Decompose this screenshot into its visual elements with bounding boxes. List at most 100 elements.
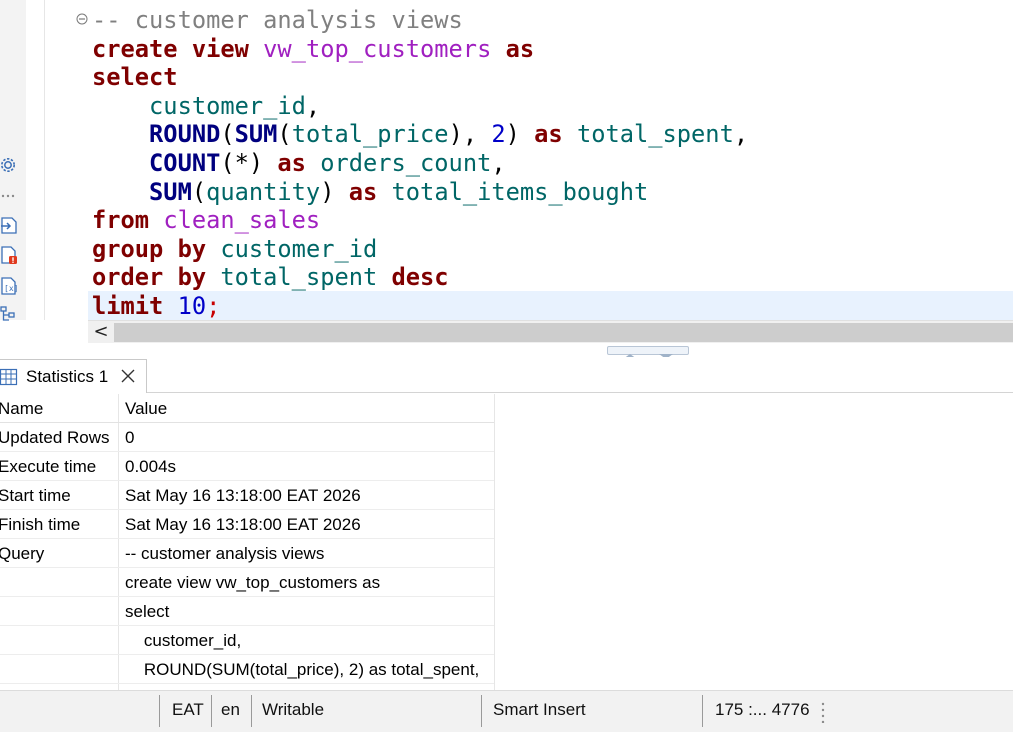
panel-splitter[interactable] [0, 345, 1013, 359]
code-token-kw: desc [391, 263, 449, 292]
table-row[interactable]: Execute time 0.004s [0, 452, 494, 481]
sql-editor[interactable]: [x] -- customer analysis views create vie… [0, 0, 1013, 345]
code-token-kw: create [92, 34, 178, 63]
gutter-separator [44, 0, 45, 320]
code-line[interactable]: create view vw_top_customers as [92, 35, 748, 64]
table-row[interactable]: create view vw_top_customers as [0, 568, 494, 597]
cell-value[interactable]: ROUND(SUM(total_price), 2) as total_spen… [125, 660, 479, 680]
scrollbar-thumb[interactable] [114, 323, 1013, 342]
column-end-separator [494, 394, 495, 690]
code-line[interactable]: customer_id, [92, 92, 748, 121]
code-line[interactable]: SUM(quantity) as total_items_bought [92, 178, 748, 207]
code-token-pl: ) [320, 177, 349, 206]
code-token-kw: as [277, 148, 306, 177]
scroll-left-icon[interactable]: < [88, 321, 114, 344]
cell-value[interactable]: Sat May 16 13:18:00 EAT 2026 [125, 486, 361, 506]
code-token-kw: from [92, 206, 150, 235]
status-separator [481, 695, 482, 727]
code-token-pl: ( [277, 120, 292, 149]
execute-script-icon[interactable] [0, 215, 20, 235]
script-error-icon[interactable] [0, 245, 20, 265]
code-token-kw: by [177, 234, 207, 263]
cell-value[interactable]: customer_id, [125, 631, 241, 651]
column-header-name[interactable]: Name [0, 399, 116, 419]
cell-value[interactable]: -- customer analysis views [125, 544, 324, 564]
cell-name[interactable]: Execute time [0, 457, 116, 477]
tab-statistics-1[interactable]: Statistics 1 [0, 359, 147, 393]
code-token-pl: ( [191, 177, 207, 206]
code-token-fn: SUM [149, 177, 192, 206]
code-line[interactable]: from clean_sales [92, 206, 748, 235]
grid-icon [0, 368, 18, 386]
table-row[interactable]: Finish time Sat May 16 13:18:00 EAT 2026 [0, 510, 494, 539]
code-line[interactable]: -- customer analysis views [92, 6, 748, 35]
code-token-id: total_items_bought [391, 177, 649, 206]
code-token-pl: ), [448, 120, 492, 149]
cell-value[interactable]: create view vw_top_customers as [125, 573, 380, 593]
code-token-pl: , [733, 120, 749, 149]
code-token-fn: SUM [234, 120, 278, 149]
code-token-semi: ; [206, 291, 221, 320]
results-tabbar: Statistics 1 [0, 357, 1013, 393]
column-header-value[interactable]: Value [125, 399, 167, 419]
code-token-fn: ROUND [149, 120, 221, 149]
more-icon[interactable] [0, 186, 20, 206]
variables-icon[interactable]: [x] [0, 276, 20, 296]
statistics-grid[interactable]: Name Value Updated Rows 0 Execute time 0.00… [0, 394, 1013, 690]
code-line[interactable]: ROUND(SUM(total_price), 2) as total_spen… [92, 120, 748, 149]
code-line[interactable]: group by customer_id [92, 235, 748, 264]
status-insert-mode: Smart Insert [493, 700, 586, 719]
cell-value[interactable]: select [125, 602, 169, 622]
table-row[interactable]: select [0, 597, 494, 626]
status-locale: en [221, 700, 240, 719]
table-row[interactable]: Updated Rows 0 [0, 423, 494, 452]
code-token-kw: as [348, 177, 378, 206]
cell-name[interactable]: Finish time [0, 515, 116, 535]
table-row[interactable]: ROUND(SUM(total_price), 2) as total_spen… [0, 655, 494, 684]
cell-name[interactable]: Query [0, 544, 116, 564]
code-token-pl: , [305, 91, 321, 120]
code-line[interactable]: select [92, 63, 748, 92]
table-row[interactable]: customer_id, [0, 626, 494, 655]
status-separator [211, 695, 212, 727]
horizontal-scrollbar[interactable]: < [88, 320, 1013, 343]
code-token-obj: clean_sales [163, 206, 321, 235]
cell-value[interactable]: Sat May 16 13:18:00 EAT 2026 [125, 515, 361, 535]
status-bar: EAT en Writable Smart Insert 175 :... 47… [0, 690, 1013, 732]
status-grip-icon[interactable] [820, 701, 826, 723]
code-line[interactable]: limit 10; [92, 292, 748, 321]
splitter-handle[interactable] [607, 346, 689, 359]
table-row[interactable]: Start time Sat May 16 13:18:00 EAT 2026 [0, 481, 494, 510]
close-icon[interactable] [118, 366, 138, 386]
code-token-id: customer_id [220, 234, 378, 263]
table-row[interactable]: Query -- customer analysis views [0, 539, 494, 568]
code-token-pl: , [491, 148, 506, 177]
code-token-id: customer_id [149, 91, 306, 120]
editor-side-toolbar: [x] [0, 0, 26, 321]
cell-value[interactable]: 0.004s [125, 457, 176, 477]
code-token-kw: group [92, 234, 164, 263]
code-token-pl: (*) [220, 148, 278, 177]
gear-icon[interactable] [0, 155, 20, 175]
cell-value[interactable]: 0 [125, 428, 134, 448]
status-separator [702, 695, 703, 727]
code-token-num: 10 [177, 291, 207, 320]
code-area[interactable]: -- customer analysis views create view vw… [92, 6, 748, 321]
cell-name[interactable]: Start time [0, 486, 116, 506]
fold-collapse-icon[interactable] [76, 13, 88, 25]
code-token-obj: vw_top_customers [263, 34, 492, 63]
code-line[interactable]: order by total_spent desc [92, 263, 748, 292]
code-token-kw: order [92, 263, 164, 292]
cell-name[interactable]: Updated Rows [0, 428, 116, 448]
status-timezone: EAT [172, 700, 204, 719]
code-line[interactable]: COUNT(*) as orders_count, [92, 149, 748, 178]
outline-icon[interactable] [0, 304, 20, 324]
